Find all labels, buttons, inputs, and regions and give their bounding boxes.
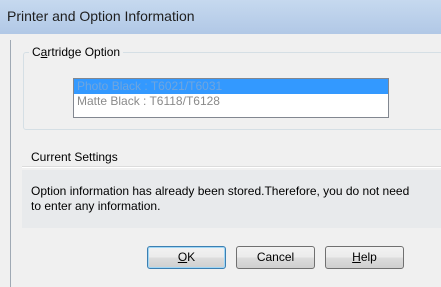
section-divider <box>22 166 441 168</box>
window-title: Printer and Option Information <box>7 8 195 24</box>
cartridge-option-label: Cartridge Option <box>29 45 124 59</box>
list-item-matte-black[interactable]: Matte Black : T6118/T6128 <box>74 94 388 109</box>
cartridge-label-prefix: C <box>32 45 41 59</box>
cancel-button[interactable]: Cancel <box>236 246 315 269</box>
printer-option-dialog: Printer and Option Information Cartridge… <box>0 0 441 287</box>
dialog-body: Cartridge Option Photo Black : T6021/T60… <box>10 40 441 287</box>
current-settings-message: Option information has already been stor… <box>31 184 410 213</box>
cartridge-option-listbox[interactable]: Photo Black : T6021/T6031 Matte Black : … <box>73 78 389 118</box>
cartridge-label-suffix: rtridge Option <box>47 45 121 59</box>
help-button[interactable]: Help <box>325 246 404 269</box>
ok-button[interactable]: OK <box>147 246 226 269</box>
list-item-photo-black[interactable]: Photo Black : T6021/T6031 <box>74 79 388 94</box>
current-settings-label: Current Settings <box>31 150 118 164</box>
help-label-rest: elp <box>360 250 377 264</box>
ok-mnemonic: O <box>177 250 188 264</box>
ok-label-rest: K <box>187 250 196 264</box>
help-mnemonic: H <box>352 250 361 264</box>
current-settings-panel: Option information has already been stor… <box>22 170 441 228</box>
title-bar[interactable]: Printer and Option Information <box>0 0 441 34</box>
